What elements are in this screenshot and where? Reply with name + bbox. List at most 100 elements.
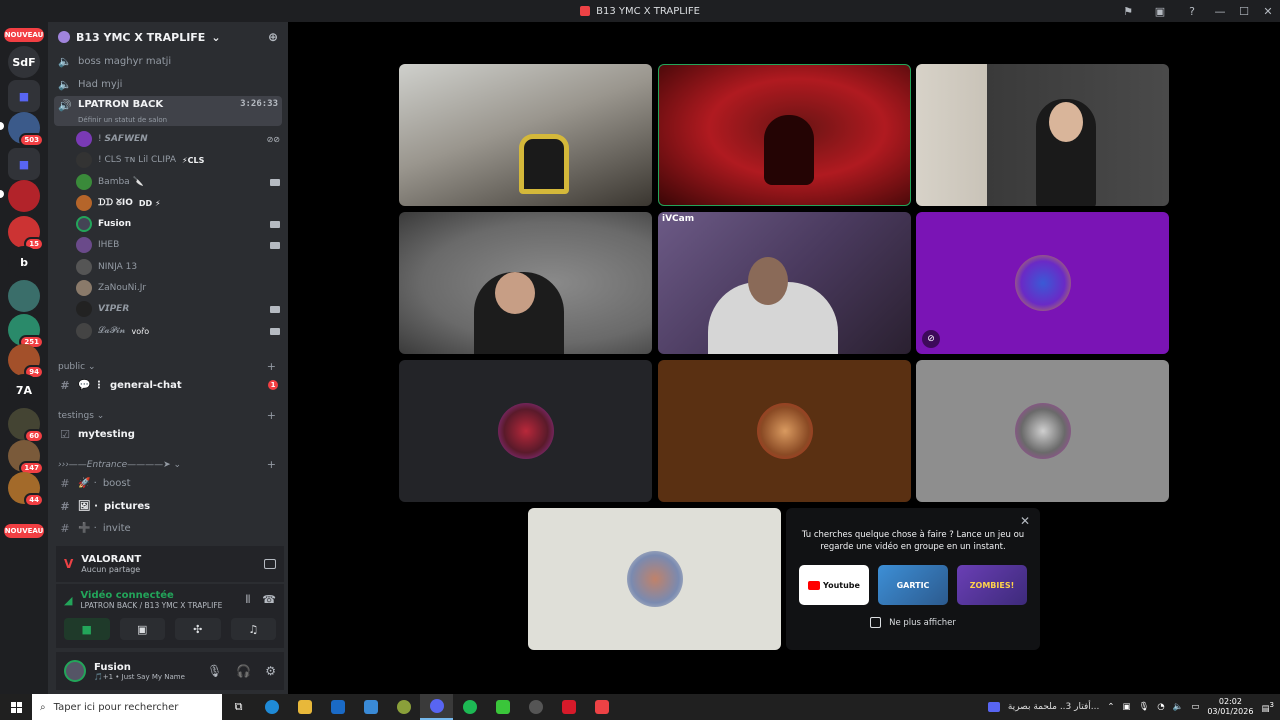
wifi-icon[interactable]: ◔ bbox=[1157, 702, 1164, 712]
notification-center-icon[interactable]: ▤3 bbox=[1261, 700, 1274, 714]
maximize-button[interactable]: ☐ bbox=[1232, 0, 1256, 22]
video-tile[interactable] bbox=[658, 360, 911, 502]
dont-show-again[interactable]: Ne plus afficher bbox=[786, 617, 1040, 628]
close-button[interactable]: ✕ bbox=[1256, 0, 1280, 22]
server-10[interactable]: 44 bbox=[8, 472, 44, 507]
headphones-icon[interactable]: 🎧 bbox=[236, 664, 251, 678]
server-5[interactable]: 251 bbox=[8, 314, 44, 349]
video-tile[interactable]: iVCam bbox=[658, 212, 911, 354]
voice-member[interactable]: ! 𝙎𝘼𝙁𝙒𝙀𝙉 ⊘⊘ bbox=[76, 129, 280, 149]
store-icon[interactable] bbox=[354, 694, 387, 720]
app-icon[interactable] bbox=[552, 694, 585, 720]
help-icon[interactable]: ? bbox=[1176, 0, 1208, 22]
zombies-activity[interactable]: ZOMBIES! bbox=[957, 565, 1027, 605]
video-tile[interactable] bbox=[916, 360, 1169, 502]
folder-icon[interactable]: ■ bbox=[8, 148, 40, 180]
server-3[interactable]: 15 bbox=[8, 216, 44, 251]
taskbar-search[interactable]: ⌕ Taper ici pour rechercher bbox=[32, 694, 222, 720]
text-channel-pictures[interactable]: # 🖼 · pictures bbox=[54, 495, 282, 517]
microphone-icon[interactable]: 🎙 bbox=[207, 664, 222, 678]
server-2[interactable] bbox=[8, 180, 40, 212]
camera-button[interactable]: ■ bbox=[64, 618, 110, 640]
category-testings[interactable]: testings ⌄ + bbox=[58, 409, 276, 422]
server-9[interactable]: 147 bbox=[8, 440, 44, 475]
category-public[interactable]: public ⌄ + bbox=[58, 360, 276, 373]
folder-icon[interactable]: ■ bbox=[8, 80, 40, 112]
app-icon[interactable] bbox=[387, 694, 420, 720]
file-explorer-icon[interactable] bbox=[288, 694, 321, 720]
chevron-up-icon[interactable]: ⌃ bbox=[1107, 702, 1114, 712]
gartic-activity[interactable]: GARTIC bbox=[878, 565, 948, 605]
video-tile[interactable] bbox=[916, 64, 1169, 206]
app-icon[interactable] bbox=[486, 694, 519, 720]
text-channel-invite[interactable]: # ➕ · invite bbox=[54, 517, 282, 539]
add-member-icon[interactable]: ⊕ bbox=[268, 30, 278, 44]
noise-suppression-icon[interactable]: ⦀ bbox=[245, 593, 250, 607]
microphone-icon[interactable]: 🎙 bbox=[1139, 702, 1150, 712]
avatar bbox=[756, 403, 813, 459]
server-4[interactable] bbox=[8, 280, 40, 312]
server-sdf[interactable]: SdF bbox=[8, 46, 40, 78]
server-7a[interactable]: 7A bbox=[8, 374, 40, 406]
server-b[interactable]: b bbox=[8, 246, 40, 278]
voice-member[interactable]: 𝓛𝓪𝓟𝓲𝓷 vořo bbox=[76, 321, 280, 341]
voice-location[interactable]: LPATRON BACK / B13 YMC X TRAPLIFE bbox=[80, 601, 222, 610]
unread-pill bbox=[0, 190, 4, 198]
video-tile[interactable] bbox=[399, 360, 652, 502]
category-entrance[interactable]: ›››——Entrance————➤ ⌄ + bbox=[58, 458, 276, 471]
inbox-icon[interactable]: ▣ bbox=[1144, 0, 1176, 22]
discord-icon[interactable] bbox=[420, 694, 453, 720]
video-tile[interactable]: ⊘ bbox=[916, 212, 1169, 354]
battery-icon[interactable]: ▭ bbox=[1191, 702, 1199, 712]
soundboard-button[interactable]: ♫ bbox=[230, 618, 276, 640]
text-channel-boost[interactable]: # 🚀 · boost bbox=[54, 472, 282, 494]
signal-icon[interactable]: ◢ bbox=[64, 594, 72, 607]
checkbox[interactable] bbox=[870, 617, 882, 628]
youtube-activity[interactable]: Youtube bbox=[799, 565, 869, 605]
add-channel-icon[interactable]: + bbox=[267, 458, 276, 471]
video-tile[interactable] bbox=[399, 64, 652, 206]
valorant-taskbar-icon[interactable] bbox=[585, 694, 618, 720]
voice-member[interactable]: 𝙑𝙄𝙋𝙀𝙍 bbox=[76, 299, 280, 319]
screen-share-icon[interactable] bbox=[264, 559, 276, 569]
text-channel-mytesting[interactable]: ☑ mytesting bbox=[54, 423, 282, 445]
add-channel-icon[interactable]: + bbox=[267, 409, 276, 422]
voice-member[interactable]: IHEB bbox=[76, 235, 280, 255]
server-8[interactable]: 60 bbox=[8, 408, 44, 443]
add-channel-icon[interactable]: + bbox=[267, 360, 276, 373]
video-tile-speaking[interactable] bbox=[658, 64, 911, 206]
outlook-icon[interactable] bbox=[321, 694, 354, 720]
clock[interactable]: 02:02 03/01/2026 bbox=[1207, 697, 1253, 717]
channel-status[interactable]: Définir un statut de salon bbox=[78, 116, 167, 124]
start-button[interactable] bbox=[0, 694, 32, 720]
voice-member[interactable]: ZaNouNi.Jr bbox=[76, 278, 280, 298]
voice-member[interactable]: ᗪᗪ ᘜIO DD ⚡ bbox=[76, 193, 280, 213]
network-icon[interactable]: ▣ bbox=[1122, 702, 1130, 712]
activities-button[interactable]: ✣ bbox=[175, 618, 221, 640]
minimize-button[interactable]: — bbox=[1208, 0, 1232, 22]
disconnect-icon[interactable]: ☎ bbox=[262, 593, 276, 607]
server-6[interactable]: 94 bbox=[8, 344, 44, 379]
spotify-icon[interactable] bbox=[453, 694, 486, 720]
voice-member[interactable]: Bamba 🔪 bbox=[76, 172, 280, 192]
volume-icon[interactable]: 🔈 bbox=[1173, 702, 1184, 712]
text-channel-general-chat[interactable]: # 💬 ⋮ general-chat 1 bbox=[54, 374, 282, 396]
video-tile[interactable] bbox=[399, 212, 652, 354]
app-icon[interactable] bbox=[519, 694, 552, 720]
edge-icon[interactable] bbox=[255, 694, 288, 720]
voice-member[interactable]: NINJA 13 bbox=[76, 257, 280, 277]
video-tile[interactable] bbox=[528, 508, 781, 650]
voice-member[interactable]: Fusion bbox=[76, 214, 280, 234]
close-icon[interactable]: ✕ bbox=[1020, 514, 1030, 528]
user-avatar[interactable] bbox=[64, 660, 86, 682]
voice-channel[interactable]: 🔈 Had myji bbox=[54, 73, 282, 95]
task-view-icon[interactable]: ⧉ bbox=[222, 694, 255, 720]
notification-text[interactable]: أفتار 3.. ملحمة بصرية... bbox=[1008, 702, 1099, 712]
voice-member[interactable]: ! CLS ᴛɴ Lil CLIPA ⚡CLS bbox=[76, 150, 280, 170]
server-1[interactable]: 503 bbox=[8, 112, 44, 147]
screen-share-button[interactable]: ▣ bbox=[119, 618, 165, 640]
guild-header[interactable]: B13 YMC X TRAPLIFE ⌄ ⊕ bbox=[48, 22, 288, 52]
voice-channel[interactable]: 🔈 boss maghyr matji bbox=[54, 50, 282, 72]
flag-icon[interactable]: ⚑ bbox=[1112, 0, 1144, 22]
settings-gear-icon[interactable]: ⚙ bbox=[265, 664, 276, 678]
